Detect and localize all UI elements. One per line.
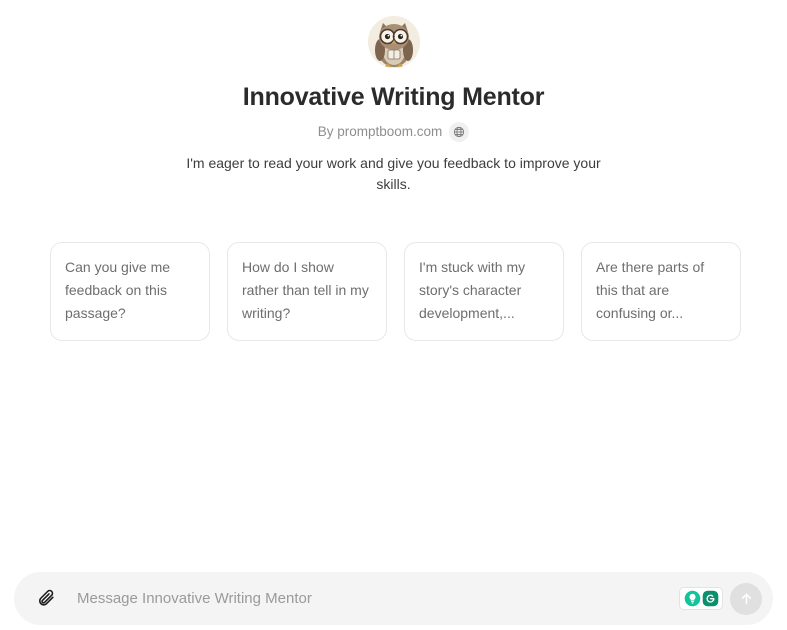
gpt-intro-block: Innovative Writing Mentor By promptboom.… — [0, 0, 787, 195]
page-title: Innovative Writing Mentor — [242, 83, 545, 111]
starter-card[interactable]: Are there parts of this that are confusi… — [581, 242, 741, 341]
byline-author: By promptboom.com — [317, 124, 443, 139]
lightbulb-icon — [684, 590, 700, 607]
byline: By promptboom.com — [318, 122, 470, 142]
send-button[interactable] — [730, 582, 762, 615]
owl-avatar — [367, 16, 420, 68]
globe-icon[interactable] — [449, 122, 470, 142]
grammarly-logo — [702, 590, 718, 607]
message-composer — [14, 572, 773, 625]
starter-card[interactable]: How do I show rather than tell in my wri… — [227, 242, 387, 341]
arrow-up-icon — [741, 593, 751, 605]
grammarly-badge[interactable] — [679, 587, 723, 610]
starter-card[interactable]: I'm stuck with my story's character deve… — [404, 242, 564, 341]
conversation-starters: Can you give me feedback on this passage… — [50, 242, 741, 341]
gpt-description: I'm eager to read your work and give you… — [186, 155, 601, 192]
paperclip-icon[interactable] — [34, 587, 58, 611]
starter-card[interactable]: Can you give me feedback on this passage… — [50, 242, 210, 341]
message-input[interactable] — [77, 572, 679, 625]
